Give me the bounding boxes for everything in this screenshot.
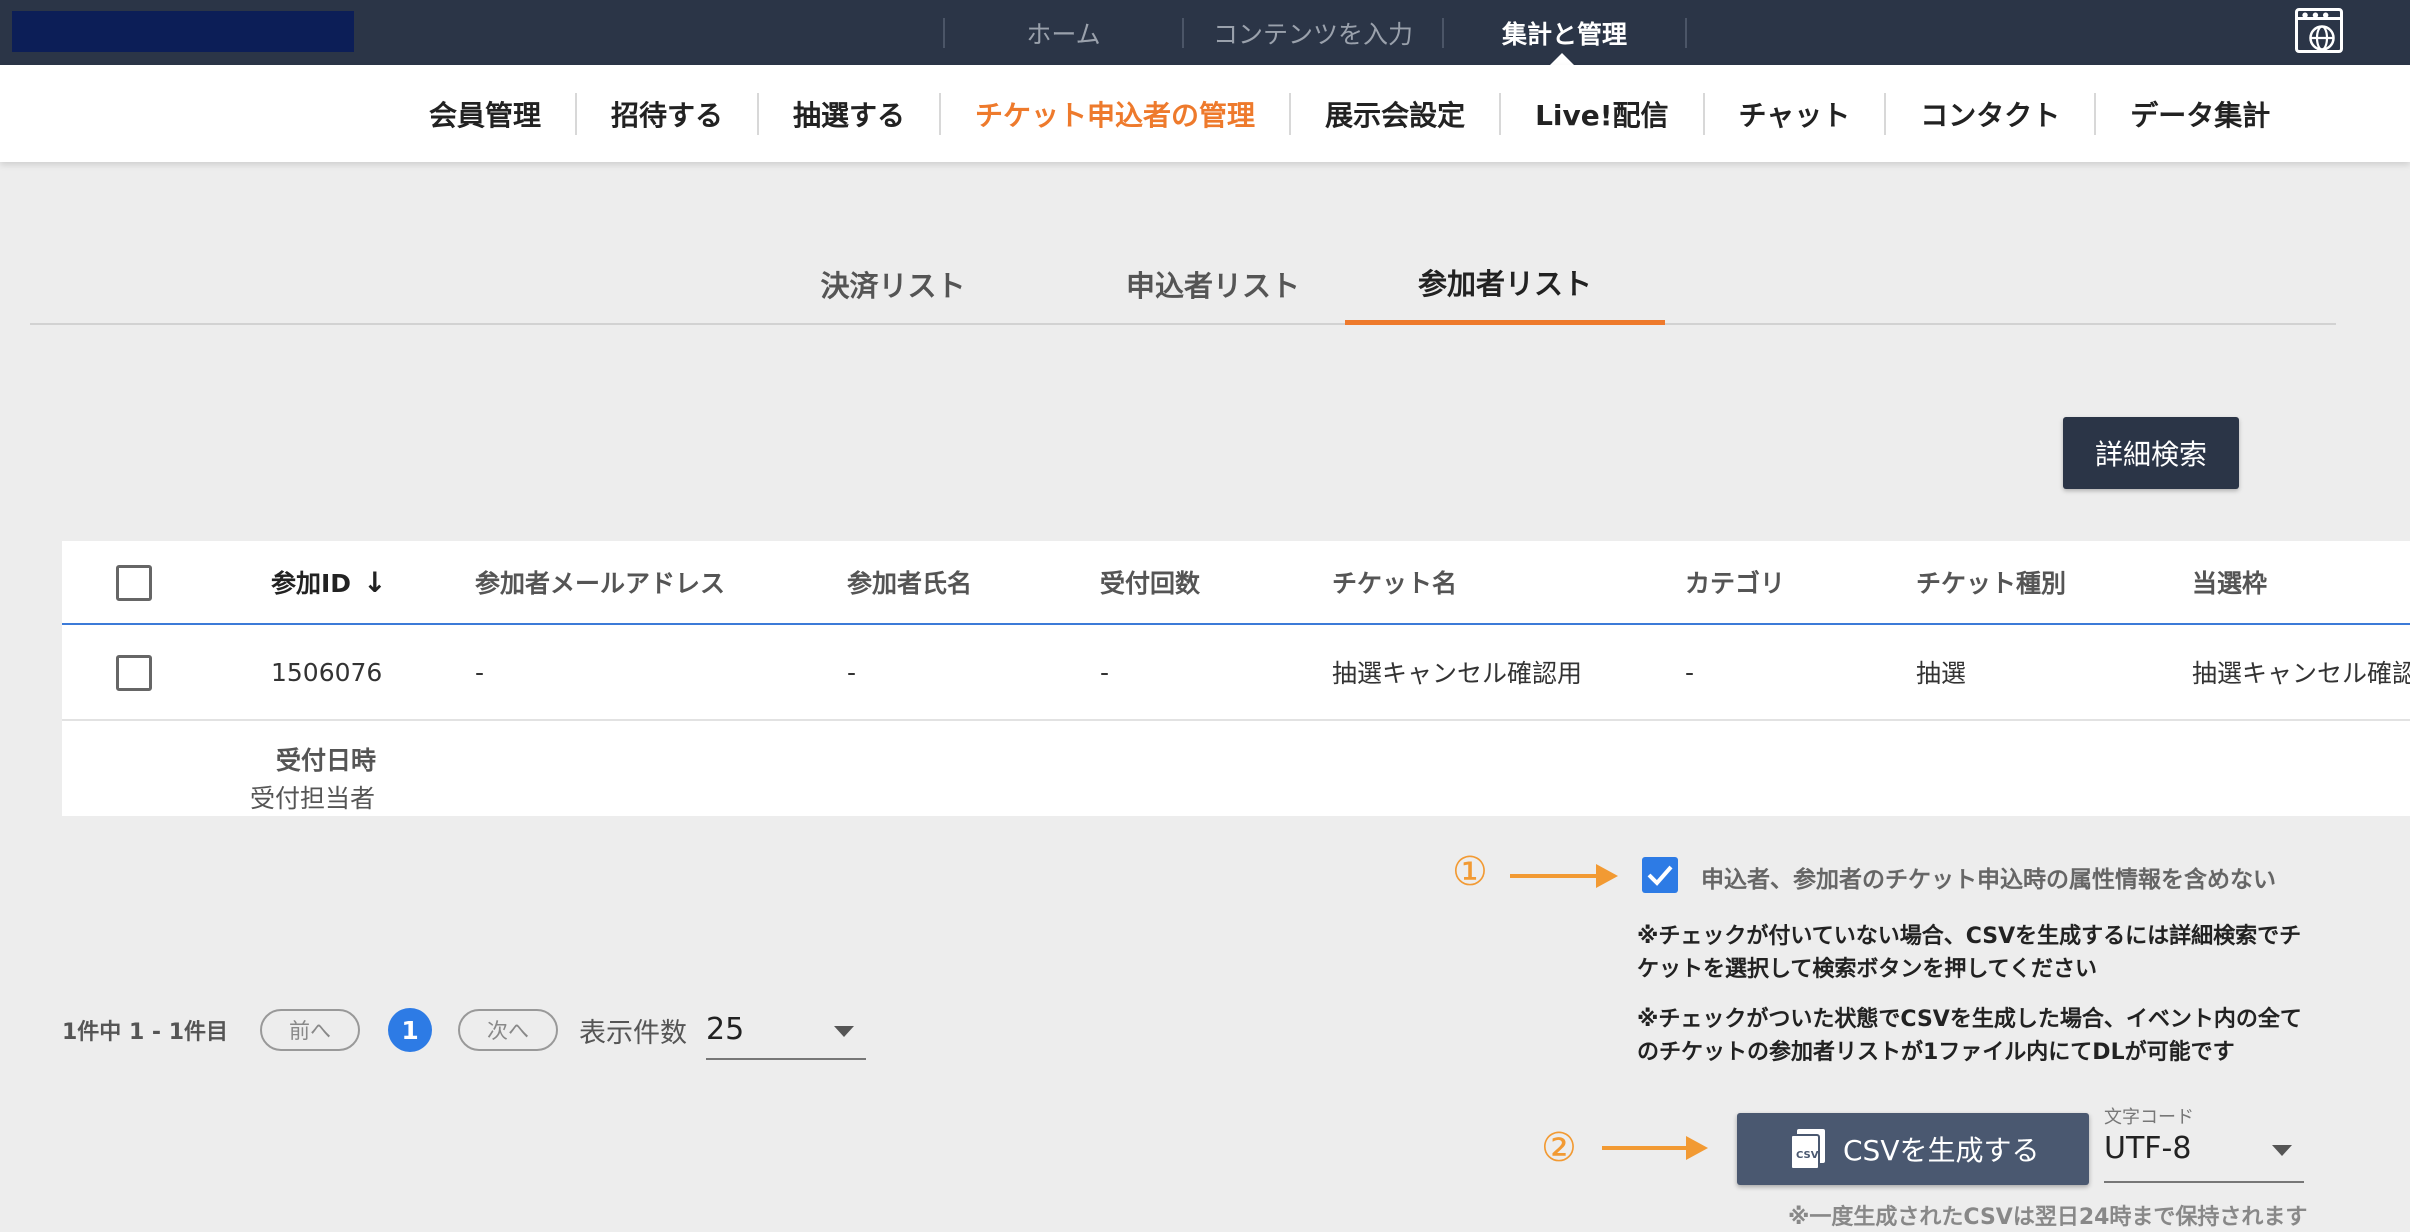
csv-file-icon: CSV	[1789, 1128, 1827, 1170]
nav-ticket-applicants[interactable]: チケット申込者の管理	[941, 94, 1289, 134]
nav-exhibition-settings[interactable]: 展示会設定	[1291, 94, 1499, 134]
cell-name: -	[847, 657, 857, 687]
cell-email: -	[475, 657, 485, 687]
dropdown-arrow-icon	[834, 1026, 854, 1037]
nav-member-management[interactable]: 会員管理	[395, 94, 575, 134]
per-page-label: 表示件数	[579, 1017, 688, 1049]
sub-label-reception-datetime: 受付日時	[276, 746, 377, 775]
encoding-label: 文字コード	[2104, 1107, 2194, 1128]
prev-page-button[interactable]: 前へ	[260, 1009, 361, 1051]
main-nav: 会員管理 招待する 抽選する チケット申込者の管理 展示会設定 Live!配信 …	[0, 65, 2410, 162]
cell-ticket-type: 抽選	[1916, 659, 1967, 688]
column-header-participant-id[interactable]: 参加ID ↓	[271, 541, 387, 623]
encoding-select[interactable]: 文字コード UTF-8	[2104, 1103, 2304, 1183]
column-header-category[interactable]: カテゴリ	[1685, 541, 1785, 623]
note-checked: ※チェックがついた状態でCSVを生成した場合、イベント内の全てのチケットの参加者…	[1637, 1007, 2302, 1065]
check-icon	[1647, 865, 1673, 886]
active-nav-caret	[1550, 53, 1574, 65]
cell-winning-slot: 抽選キャンセル確認用	[2192, 659, 2410, 688]
nav-invite[interactable]: 招待する	[577, 94, 757, 134]
top-nav-aggregate-manage[interactable]: 集計と管理	[1444, 15, 1685, 51]
table-header: 参加ID ↓ 参加者メールアドレス 参加者氏名 受付回数 チケット名 カテゴリ …	[62, 541, 2410, 625]
select-all-checkbox[interactable]	[116, 565, 152, 601]
cell-reception-count: -	[1100, 657, 1110, 687]
column-header-name[interactable]: 参加者氏名	[847, 541, 972, 623]
annotation-step-1: ①	[1452, 849, 1488, 895]
sub-label-reception-staff: 受付担当者	[250, 784, 376, 813]
cell-category: -	[1685, 657, 1695, 687]
next-page-button[interactable]: 次へ	[458, 1009, 559, 1051]
nav-data-aggregation[interactable]: データ集計	[2096, 94, 2304, 134]
top-bar: ホーム コンテンツを入力 集計と管理 ● ● ●	[0, 0, 2410, 65]
advanced-search-button[interactable]: 詳細検索	[2063, 417, 2239, 489]
annotation-step-2: ②	[1541, 1125, 1577, 1171]
participant-table: 参加ID ↓ 参加者メールアドレス 参加者氏名 受付回数 チケット名 カテゴリ …	[62, 541, 2410, 816]
website-globe-button[interactable]: ● ● ●	[2295, 8, 2343, 53]
column-header-reception-count[interactable]: 受付回数	[1100, 541, 1200, 623]
column-header-ticket-type[interactable]: チケット種別	[1916, 541, 2066, 623]
nav-contact[interactable]: コンタクト	[1886, 94, 2094, 134]
csv-icon-text: CSV	[1796, 1150, 1819, 1161]
cell-participant-id: 1506076	[271, 657, 383, 687]
encoding-value: UTF-8	[2104, 1131, 2192, 1166]
nav-live-stream[interactable]: Live!配信	[1501, 94, 1702, 134]
list-tabs: 決済リスト 申込者リスト 参加者リスト	[30, 243, 2336, 325]
sort-down-arrow-icon: ↓	[363, 565, 387, 599]
column-header-email[interactable]: 参加者メールアドレス	[475, 541, 725, 623]
pagination: 1件中 1 - 1件目 前へ 1 次へ 表示件数	[62, 1000, 687, 1060]
top-nav-home[interactable]: ホーム	[945, 15, 1182, 51]
per-page-value: 25	[706, 1012, 745, 1047]
annotation-arrow-right-icon	[1602, 1136, 1708, 1160]
table-sub-header: 受付日時 受付担当者	[62, 721, 2410, 816]
cell-ticket-name: 抽選キャンセル確認用	[1332, 659, 1583, 688]
globe-icon	[2309, 25, 2335, 51]
row-checkbox[interactable]	[116, 655, 152, 691]
window-bar: ● ● ●	[2298, 11, 2340, 20]
column-header-ticket-name[interactable]: チケット名	[1332, 541, 1457, 623]
generate-csv-label: CSVを生成する	[1843, 1134, 2040, 1167]
nav-lottery[interactable]: 抽選する	[759, 94, 939, 134]
per-page-select[interactable]: 25	[706, 1000, 866, 1060]
column-header-winning-slot[interactable]: 当選枠	[2192, 541, 2267, 623]
generate-csv-button[interactable]: CSV CSVを生成する	[1737, 1113, 2089, 1185]
logo[interactable]	[12, 11, 354, 52]
top-nav-content-input[interactable]: コンテンツを入力	[1184, 15, 1442, 51]
dropdown-arrow-icon	[2272, 1145, 2292, 1156]
column-label: 参加ID	[271, 569, 352, 598]
note-unchecked: ※チェックが付いていない場合、CSVを生成するには詳細検索でチケットを選択して検…	[1637, 924, 2302, 982]
tab-payment-list[interactable]: 決済リスト	[723, 243, 1063, 325]
page-number-current[interactable]: 1	[388, 1008, 433, 1052]
nav-chat[interactable]: チャット	[1705, 94, 1885, 134]
annotation-arrow-right-icon	[1510, 864, 1618, 888]
tab-applicant-list[interactable]: 申込者リスト	[1043, 243, 1383, 325]
top-nav: ホーム コンテンツを入力 集計と管理	[943, 0, 1687, 65]
table-row[interactable]: 1506076 - - - 抽選キャンセル確認用 - 抽選 抽選キャンセル確認用	[62, 625, 2410, 721]
exclude-attributes-checkbox[interactable]	[1642, 857, 1678, 893]
result-count: 1件中 1 - 1件目	[62, 1020, 229, 1045]
exclude-attributes-label[interactable]: 申込者、参加者のチケット申込時の属性情報を含めない	[1701, 860, 2276, 894]
top-nav-divider	[1685, 17, 1687, 48]
csv-retention-note: ※一度生成されたCSVは翌日24時まで保持されます	[1788, 1205, 2308, 1230]
tab-participant-list[interactable]: 参加者リスト	[1345, 243, 1665, 325]
